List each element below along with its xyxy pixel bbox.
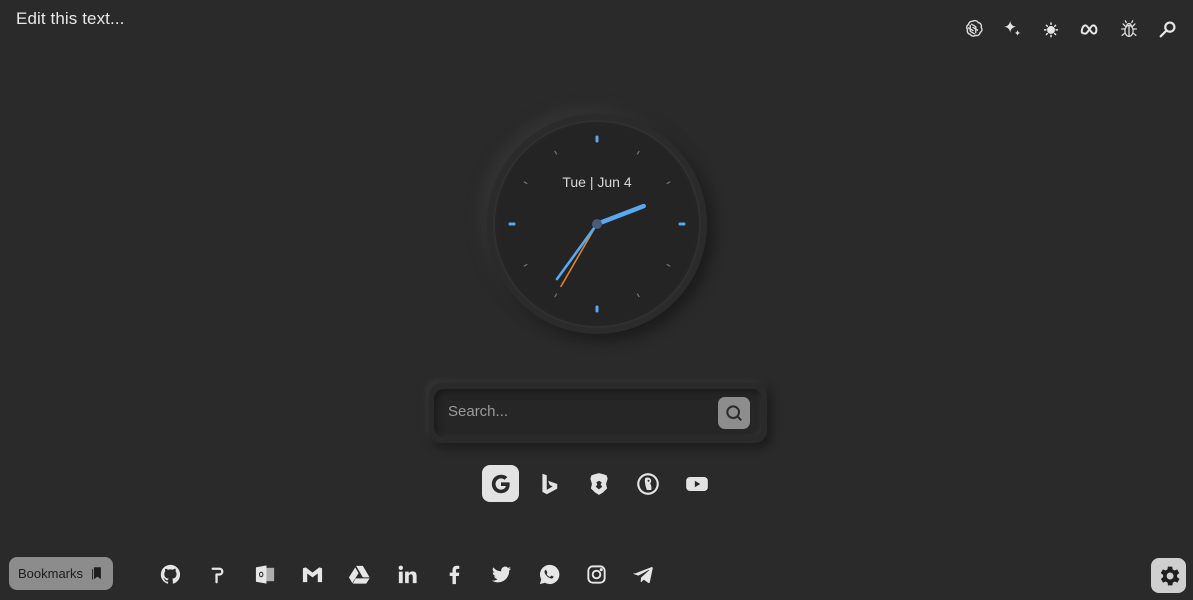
duckduckgo-icon (636, 472, 659, 495)
clock-date: Tue | Jun 4 (562, 174, 632, 190)
clock-center-dot (592, 219, 602, 229)
brightness-icon[interactable] (1031, 15, 1070, 43)
meta-icon[interactable] (1070, 15, 1109, 43)
analog-clock: Tue | Jun 4 (487, 114, 707, 334)
youtube-icon (685, 476, 708, 491)
instagram-icon[interactable] (573, 560, 620, 588)
perplexity-icon[interactable] (194, 560, 241, 588)
search-box (429, 383, 767, 443)
facebook-icon[interactable] (431, 560, 478, 588)
outlook-icon[interactable] (242, 560, 289, 588)
gear-icon (1160, 566, 1180, 585)
telegram-icon[interactable] (620, 560, 667, 588)
bing-icon (541, 473, 557, 494)
brave-icon (589, 472, 608, 495)
google-drive-icon[interactable] (336, 560, 383, 588)
google-icon (491, 474, 510, 493)
gemini-sparkle-icon[interactable] (992, 15, 1031, 43)
engine-brave[interactable] (580, 465, 617, 502)
whatsapp-icon[interactable] (525, 560, 572, 588)
settings-button[interactable] (1151, 558, 1186, 593)
search-icon (726, 405, 742, 421)
bookmarks-label: Bookmarks (17, 566, 84, 581)
twitter-icon[interactable] (478, 560, 525, 588)
bookmarks-button[interactable]: Bookmarks (9, 557, 113, 590)
quick-links (147, 560, 667, 588)
editable-header-text[interactable]: Edit this text... (16, 9, 124, 29)
linkedin-icon[interactable] (383, 560, 430, 588)
search-input[interactable] (448, 403, 698, 420)
bug-icon[interactable] (1109, 15, 1148, 43)
search-field-container (434, 389, 762, 437)
search-engine-selector (482, 465, 715, 502)
chatgpt-icon[interactable] (953, 15, 992, 43)
search-tool-icon[interactable] (1148, 15, 1187, 43)
engine-duckduckgo[interactable] (629, 465, 666, 502)
search-button[interactable] (718, 397, 750, 429)
gmail-icon[interactable] (289, 560, 336, 588)
clock-face (493, 120, 701, 328)
engine-youtube[interactable] (678, 465, 715, 502)
engine-google[interactable] (482, 465, 519, 502)
engine-bing[interactable] (531, 465, 568, 502)
github-icon[interactable] (147, 560, 194, 588)
bookmark-icon (92, 567, 101, 580)
top-shortcuts (953, 15, 1187, 43)
